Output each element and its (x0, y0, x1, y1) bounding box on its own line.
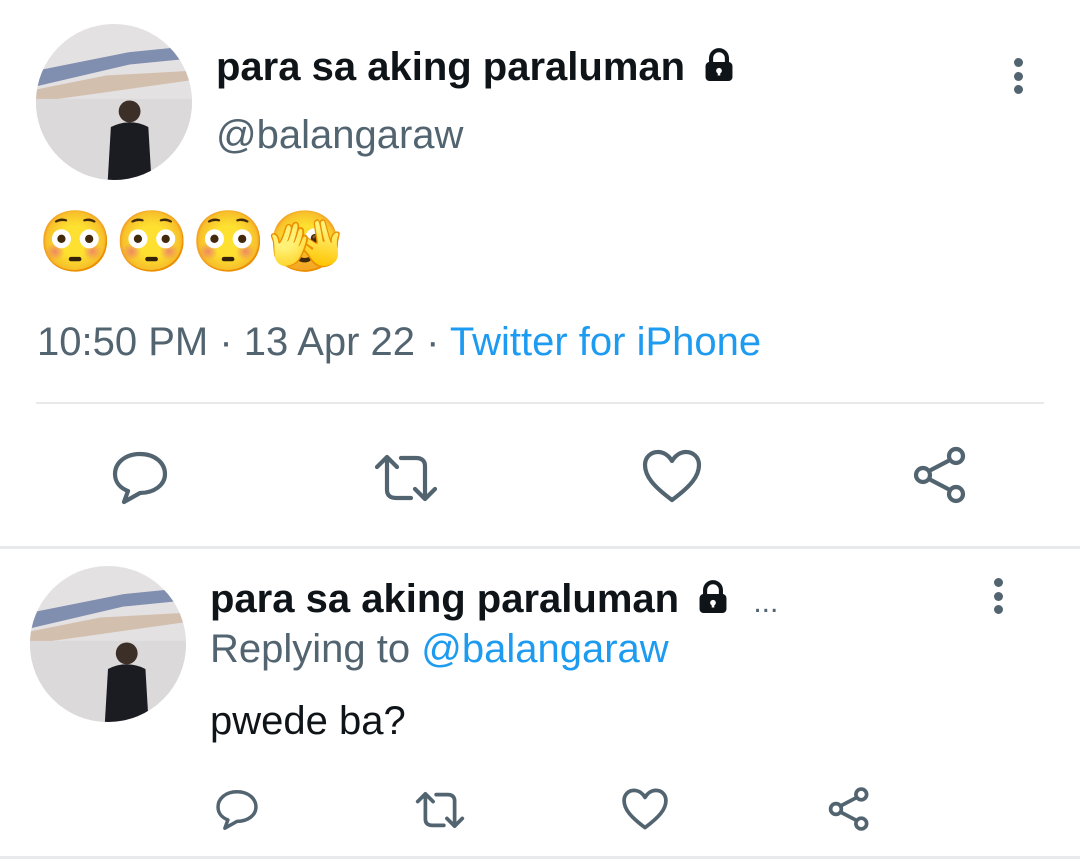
share-button[interactable] (824, 784, 874, 834)
heart-icon (642, 449, 702, 503)
avatar-photo (30, 566, 186, 722)
like-button[interactable] (640, 446, 704, 506)
bottom-divider (0, 856, 1080, 859)
heart-icon (622, 788, 668, 830)
lock-icon (699, 580, 727, 614)
reply-icon (216, 790, 258, 830)
tweet-body: 😳😳😳🫣 (38, 208, 345, 275)
section-divider (0, 546, 1080, 549)
avatar-photo (36, 24, 192, 180)
reply-button[interactable] (212, 786, 262, 834)
tweet-source-link[interactable]: Twitter for iPhone (450, 320, 761, 364)
meta-separator: · (426, 320, 440, 364)
divider (36, 402, 1044, 404)
share-button[interactable] (908, 444, 972, 506)
more-options-icon[interactable] (1012, 58, 1024, 94)
reply-text: pwede ba? (210, 699, 406, 743)
avatar[interactable] (30, 566, 186, 722)
tweet-time: 10:50 PM (37, 320, 209, 364)
reply-icon (112, 451, 168, 505)
retweet-icon (374, 454, 438, 502)
display-name-text[interactable]: para sa aking paraluman (210, 577, 679, 621)
tweet-meta: 10:50 PM · 13 Apr 22 · Twitter for iPhon… (37, 318, 761, 366)
reply-button[interactable] (108, 446, 172, 510)
like-button[interactable] (620, 786, 670, 832)
meta-separator: · (219, 320, 233, 364)
display-name-text[interactable]: para sa aking paraluman (216, 45, 685, 89)
share-icon (913, 446, 966, 504)
replying-to: Replying to @balangaraw (210, 624, 669, 674)
avatar[interactable] (36, 24, 192, 180)
tweet-date: 13 Apr 22 (243, 320, 416, 364)
more-options-icon[interactable] (992, 578, 1004, 614)
display-name[interactable]: para sa aking paraluman (216, 41, 738, 93)
retweet-icon (415, 792, 465, 828)
retweet-button[interactable] (370, 450, 442, 506)
truncation-ellipsis: ... (753, 586, 779, 619)
replying-prefix: Replying to (210, 627, 411, 671)
display-name[interactable]: para sa aking paraluman ... (210, 574, 778, 628)
share-icon (828, 787, 869, 831)
retweet-button[interactable] (412, 788, 468, 832)
lock-icon (705, 48, 733, 82)
user-handle[interactable]: @balangaraw (216, 110, 463, 160)
replying-handle-link[interactable]: @balangaraw (421, 627, 668, 671)
